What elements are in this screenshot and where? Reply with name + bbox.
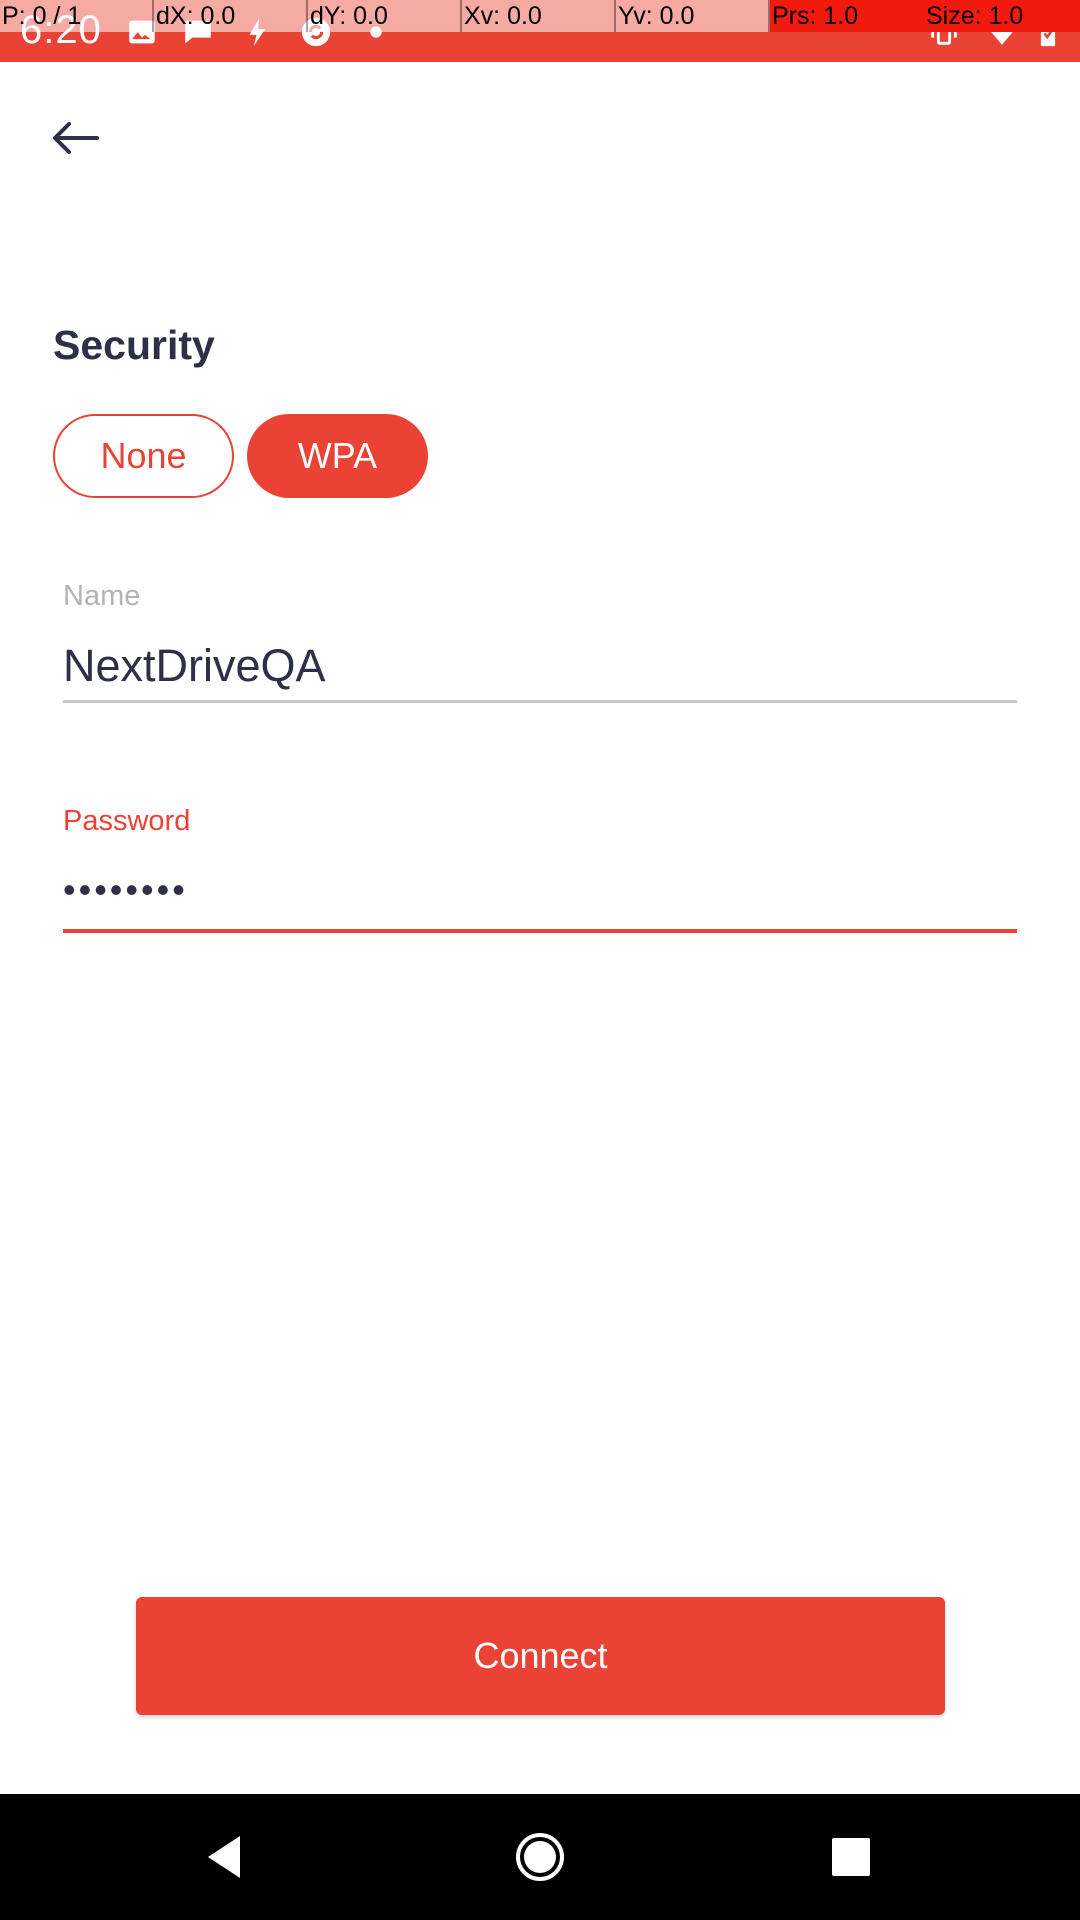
nav-recents-button[interactable]: [818, 1824, 884, 1890]
connect-button-label: Connect: [473, 1635, 608, 1676]
debug-xv: Xv: 0.0: [462, 0, 616, 32]
back-triangle-icon: [208, 1836, 240, 1878]
debug-pointer-count: P: 0 / 1: [0, 0, 154, 32]
name-field-underline: [63, 700, 1017, 703]
home-circle-icon: [516, 1833, 564, 1881]
debug-dx: dX: 0.0: [154, 0, 308, 32]
connect-button[interactable]: Connect: [136, 1597, 945, 1715]
password-field[interactable]: [63, 864, 1017, 916]
security-option-label: WPA: [297, 435, 378, 476]
system-nav-bar: [0, 1794, 1080, 1920]
security-title: Security: [53, 322, 215, 368]
password-field-underline: [63, 929, 1017, 933]
security-option-label: None: [100, 435, 187, 476]
back-button[interactable]: [40, 110, 110, 166]
security-option-wpa[interactable]: WPA: [247, 414, 428, 498]
nav-back-button[interactable]: [192, 1824, 258, 1890]
recents-square-icon: [832, 1838, 870, 1876]
debug-yv: Yv: 0.0: [616, 0, 770, 32]
wifi-security-screen: 6:20 P: 0 / 1 dX: 0.0 dY: 0.0 Xv: 0.0: [0, 0, 1080, 1920]
security-option-none[interactable]: None: [53, 414, 234, 498]
nav-home-button[interactable]: [507, 1824, 573, 1890]
name-field-label: Name: [63, 580, 141, 612]
debug-pressure: Prs: 1.0: [770, 0, 924, 32]
debug-dy: dY: 0.0: [308, 0, 462, 32]
password-field-label: Password: [63, 805, 191, 837]
arrow-left-icon: [53, 122, 99, 154]
name-field[interactable]: [63, 636, 1017, 696]
pointer-debug-overlay: P: 0 / 1 dX: 0.0 dY: 0.0 Xv: 0.0 Yv: 0.0…: [0, 0, 1080, 32]
debug-size: Size: 1.0: [924, 0, 1080, 32]
